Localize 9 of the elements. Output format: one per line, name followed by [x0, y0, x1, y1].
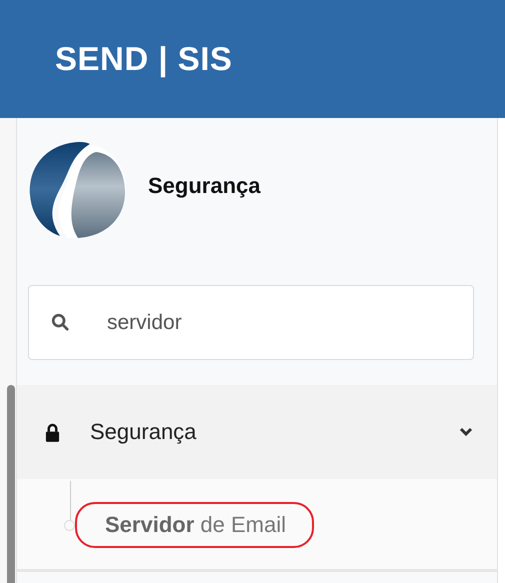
logo-icon — [28, 140, 128, 240]
submenu-item[interactable]: Servidor de Email — [105, 512, 286, 537]
search-field[interactable]: servidor — [28, 285, 474, 360]
profile-name: Segurança — [148, 173, 260, 199]
lock-icon — [45, 422, 60, 442]
menu-item[interactable]: Segurança — [17, 385, 497, 479]
brand-title: SEND | SIS — [55, 40, 232, 78]
tree-node-icon — [64, 520, 75, 531]
scrollbar-thumb[interactable] — [7, 385, 15, 583]
